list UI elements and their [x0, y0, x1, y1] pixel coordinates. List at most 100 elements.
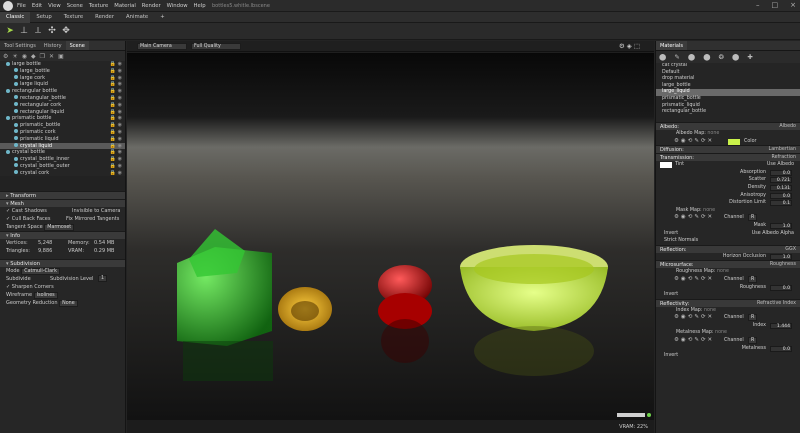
use-albedo-checkbox[interactable]: Use Albedo	[767, 161, 794, 169]
tree-item[interactable]: large liquid 🔒 ◉	[0, 81, 125, 88]
roughness-map-row[interactable]: Roughness Map: none	[656, 268, 800, 276]
section-subdivision[interactable]: Subdivision	[0, 259, 125, 267]
section-diffusion[interactable]: Diffusion: Lambertian	[656, 145, 800, 154]
tab-scene[interactable]: Scene	[65, 41, 89, 50]
select-arrow-icon[interactable]: ➤	[4, 25, 16, 37]
subdivision-level-input[interactable]: 1	[98, 275, 108, 282]
tree-item[interactable]: prismatic cork 🔒 ◉	[0, 129, 125, 136]
tree-item[interactable]: prismatic liquid 🔒 ◉	[0, 136, 125, 143]
albedo-color-swatch[interactable]	[728, 138, 740, 145]
maximize-icon[interactable]: □	[772, 1, 779, 9]
section-transmission[interactable]: Transmission: Refraction	[656, 153, 800, 162]
tree-item[interactable]: prismatic bottle 🔒 ◉	[0, 115, 125, 122]
tree-item[interactable]: crystal_bottle_outer 🔒 ◉	[0, 163, 125, 170]
delete-icon[interactable]: ✕	[49, 53, 54, 60]
tree-item[interactable]: crystal bottle 🔒 ◉	[0, 149, 125, 156]
invert-roughness-checkbox[interactable]: Invert	[656, 291, 800, 299]
tab-texture[interactable]: Texture	[58, 12, 89, 23]
invert-checkbox[interactable]: Invert	[664, 231, 678, 236]
cull-back-checkbox[interactable]: ✓ Cull Back Faces Fix Mirrored Tangents	[0, 215, 125, 223]
menu-material[interactable]: Material	[114, 3, 136, 9]
anisotropy-row[interactable]: Anisotropy 0.0	[656, 192, 800, 200]
index-channel-select[interactable]: R	[748, 314, 758, 322]
tree-item[interactable]: prismatic_bottle 🔒 ◉	[0, 122, 125, 129]
geometry-reduction-select[interactable]: None	[59, 300, 78, 307]
density-row[interactable]: Density 0.131	[656, 184, 800, 192]
menu-window[interactable]: Window	[167, 3, 188, 9]
map-tools-icon[interactable]: ⚙◉⟲✎⟳✕	[674, 276, 714, 284]
tab-materials[interactable]: Materials	[656, 41, 687, 50]
section-albedo[interactable]: Albedo: Albedo	[656, 122, 800, 130]
tangent-space-select[interactable]: Marmoset	[44, 224, 75, 231]
map-tools-icon[interactable]: ⚙◉⟲✎⟳✕	[674, 214, 714, 222]
map-tools-icon[interactable]: ⚙◉⟲✎⟳✕	[674, 138, 714, 146]
tab-history[interactable]: History	[40, 41, 66, 50]
group-icon[interactable]: ▣	[58, 53, 64, 60]
menu-view[interactable]: View	[48, 3, 61, 9]
material-item[interactable]: drop material	[656, 76, 800, 83]
map-tools-icon[interactable]: ⚙◉⟲✎⟳✕	[674, 337, 714, 345]
add-tab-button[interactable]: +	[154, 12, 170, 23]
shape-icon[interactable]: ◆	[31, 53, 36, 60]
material-item-selected[interactable]: large_liquid	[656, 89, 800, 96]
section-reflectivity[interactable]: Reflectivity: Refractive Index	[656, 298, 800, 307]
absorption-row[interactable]: Absorption 0.0	[656, 169, 800, 177]
tree-item[interactable]: rectangular_bottle 🔒 ◉	[0, 95, 125, 102]
camera-icon[interactable]: ◉	[22, 53, 27, 60]
sharpen-corners-checkbox[interactable]: ✓ Sharpen Corners	[0, 283, 125, 291]
roughness-channel-select[interactable]: R	[748, 275, 758, 283]
fix-mirrored-checkbox[interactable]: Fix Mirrored Tangents	[66, 215, 119, 223]
index-row[interactable]: Index 1.444	[656, 322, 800, 330]
section-info[interactable]: Info	[0, 231, 125, 239]
material-sphere-icon[interactable]: ⬤ ✎ ⬤ ⬤ ❂ ⬤ ✚	[659, 53, 756, 61]
mode-select[interactable]: Catmull-Clark	[21, 268, 60, 275]
invisible-camera-checkbox[interactable]: Invisible to Camera	[72, 207, 120, 215]
tree-item[interactable]: crystal_bottle_inner 🔒 ◉	[0, 156, 125, 163]
wireframe-select[interactable]: Isolines	[33, 292, 58, 299]
menu-edit[interactable]: Edit	[32, 3, 42, 9]
menu-scene[interactable]: Scene	[67, 3, 83, 9]
tab-setup[interactable]: Setup	[30, 12, 57, 23]
tab-tool-settings[interactable]: Tool Settings	[0, 41, 40, 50]
material-item[interactable]: rectangular_bottle	[656, 109, 800, 116]
menu-help[interactable]: Help	[194, 3, 206, 9]
index-map-row[interactable]: Index Map: none	[656, 307, 800, 315]
minimize-icon[interactable]: –	[756, 1, 760, 9]
mask-row[interactable]: Mask 1.0	[656, 222, 800, 230]
move-tool-icon[interactable]: ⊥	[18, 25, 30, 37]
viewport-settings-icon[interactable]: ⚙ ◈ ⬚	[619, 42, 640, 50]
distortion-row[interactable]: Distortion Limit 0.1	[656, 199, 800, 207]
section-microsurface[interactable]: Microsurface: Roughness	[656, 260, 800, 269]
menu-file[interactable]: File	[17, 3, 26, 9]
section-reflection[interactable]: Reflection: GGX	[656, 244, 800, 253]
tab-animate[interactable]: Animate	[120, 12, 154, 23]
tree-item[interactable]: large cork 🔒 ◉	[0, 75, 125, 82]
menu-render[interactable]: Render	[142, 3, 161, 9]
light-icon[interactable]: ☀	[12, 53, 17, 60]
close-icon[interactable]: ×	[790, 1, 796, 9]
use-albedo-alpha-checkbox[interactable]: Use Albedo Alpha	[752, 230, 794, 238]
new-object-icon[interactable]: ⚙	[3, 53, 8, 60]
tree-item-selected[interactable]: crystal liquid 🔒 ◉	[0, 142, 125, 150]
invert-metalness-checkbox[interactable]: Invert	[656, 352, 800, 360]
scatter-row[interactable]: Scatter 0.721	[656, 176, 800, 184]
tab-render[interactable]: Render	[89, 12, 120, 23]
quality-select[interactable]: Full Quality	[191, 43, 241, 50]
tree-item[interactable]: large bottle 🔒 ◉	[0, 61, 125, 68]
tab-classic[interactable]: Classic	[0, 11, 31, 23]
section-transform[interactable]: Transform	[0, 191, 125, 199]
map-tools-icon[interactable]: ⚙◉⟲✎⟳✕	[674, 314, 714, 322]
subdivide-checkbox[interactable]: Subdivide	[6, 276, 31, 282]
rotate-tool-icon[interactable]: ⟂	[32, 25, 44, 37]
metalness-row[interactable]: Metalness 0.0	[656, 345, 800, 353]
material-item[interactable]: prismatic_bottle	[656, 96, 800, 103]
albedo-map-row[interactable]: Albedo Map: none	[656, 130, 800, 138]
duplicate-icon[interactable]: ❐	[40, 53, 45, 60]
mask-map-row[interactable]: Mask Map: none	[656, 207, 800, 215]
material-item[interactable]: cat crystal	[656, 63, 800, 70]
metalness-map-row[interactable]: Metalness Map: none	[656, 329, 800, 337]
camera-select[interactable]: Main Camera	[137, 43, 187, 50]
metalness-channel-select[interactable]: R	[748, 337, 758, 345]
menu-texture[interactable]: Texture	[89, 3, 108, 9]
tree-item[interactable]: rectangular bottle 🔒 ◉	[0, 88, 125, 95]
